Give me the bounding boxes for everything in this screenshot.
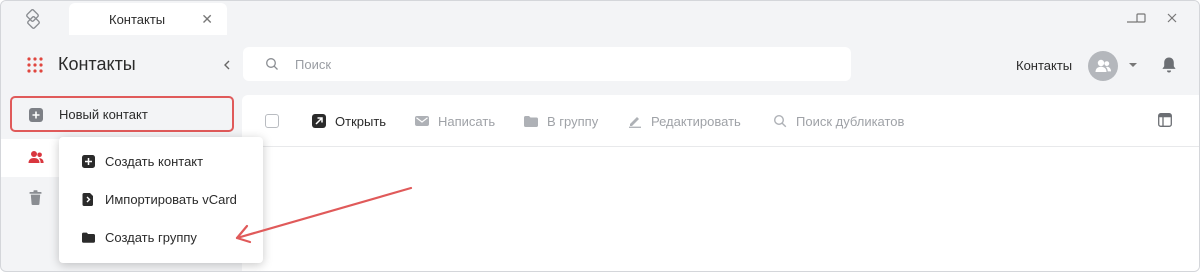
pencil-icon xyxy=(629,117,641,128)
folder-icon xyxy=(524,116,538,127)
plus-square-icon xyxy=(29,108,43,122)
users-icon xyxy=(28,151,44,163)
tab-close-icon[interactable]: ✕ xyxy=(201,11,213,27)
new-contact-button[interactable]: Новый контакт xyxy=(10,96,234,132)
find-duplicates-button[interactable]: Поиск дубликатов xyxy=(773,113,913,131)
search-icon xyxy=(266,58,278,70)
chevron-left-icon[interactable] xyxy=(221,58,233,72)
to-group-label: В группу xyxy=(547,114,599,129)
window-close-icon[interactable] xyxy=(1163,9,1181,27)
envelope-icon xyxy=(415,116,429,126)
avatar[interactable] xyxy=(1088,51,1118,81)
layout-icon[interactable] xyxy=(1158,113,1172,127)
title-bar: Контакты ✕ xyxy=(1,1,1199,35)
edit-button[interactable]: Редактировать xyxy=(628,113,746,131)
tab-label: Контакты xyxy=(109,12,166,27)
sidebar-title: Контакты xyxy=(58,54,136,74)
search-icon xyxy=(773,114,787,128)
select-all-checkbox[interactable] xyxy=(265,114,279,128)
menu-item-label: Создать группу xyxy=(105,230,197,245)
import-file-icon xyxy=(82,193,93,206)
write-button[interactable]: Написать xyxy=(415,113,501,131)
annotation-arrow-icon xyxy=(235,186,413,244)
search-bar[interactable] xyxy=(243,47,851,81)
plus-square-icon xyxy=(82,155,95,168)
open-label: Открыть xyxy=(335,114,387,129)
to-group-button[interactable]: В группу xyxy=(524,113,606,131)
app-window: Контакты ✕ Контакты Контакты xyxy=(0,0,1200,272)
search-input[interactable] xyxy=(295,54,815,74)
write-label: Написать xyxy=(438,114,496,129)
tab-contacts[interactable]: Контакты ✕ xyxy=(69,3,227,35)
chevron-down-icon[interactable] xyxy=(1129,62,1137,68)
menu-item-label: Создать контакт xyxy=(105,154,204,169)
maximize-icon[interactable] xyxy=(1132,9,1150,27)
user-group-icon xyxy=(1095,59,1111,72)
header-section-label: Контакты xyxy=(1016,58,1073,73)
toolbar: Открыть Написать В группу Редактировать … xyxy=(242,95,1199,147)
folder-icon xyxy=(82,232,95,243)
new-contact-label: Новый контакт xyxy=(59,107,148,122)
apps-grid-icon[interactable] xyxy=(27,57,43,73)
edit-label: Редактировать xyxy=(651,114,741,129)
open-button[interactable]: Открыть xyxy=(312,113,392,131)
menu-item-create-contact[interactable]: Создать контакт xyxy=(59,147,263,177)
app-logo-icon xyxy=(26,9,40,29)
bell-icon[interactable] xyxy=(1161,56,1177,74)
open-arrow-icon xyxy=(312,114,326,128)
trash-icon[interactable] xyxy=(29,190,42,205)
menu-item-label: Импортировать vCard xyxy=(105,192,237,207)
find-duplicates-label: Поиск дубликатов xyxy=(796,114,905,129)
